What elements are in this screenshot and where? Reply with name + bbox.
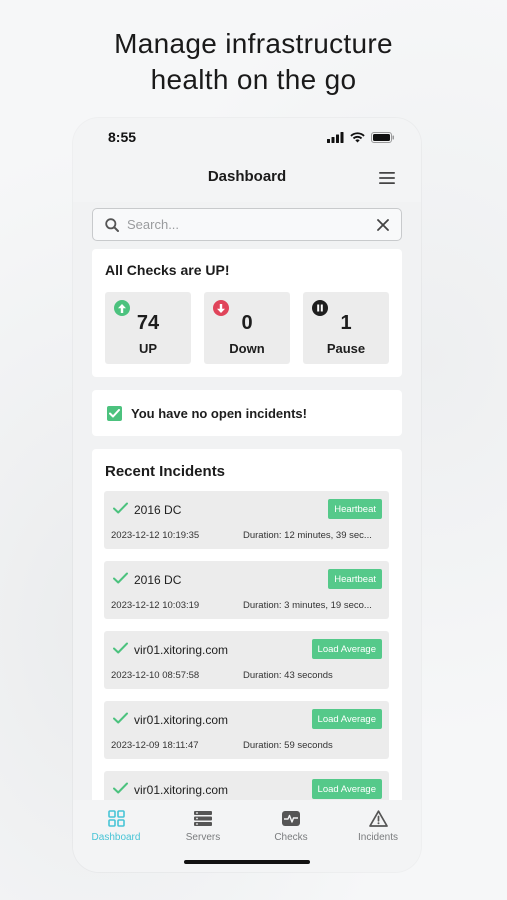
- stat-pause-label: Pause: [326, 341, 366, 356]
- search-bar: [92, 208, 402, 241]
- tab-incidents[interactable]: Incidents: [343, 808, 413, 843]
- incident-date: 2023-12-12 10:03:19: [111, 600, 200, 611]
- incident-duration: Duration: 43 seconds: [243, 670, 333, 681]
- dashboard-grid-icon: [81, 808, 151, 828]
- clear-search-icon[interactable]: [377, 218, 389, 231]
- stat-pause[interactable]: 1 Pause: [303, 292, 389, 364]
- incident-type-badge: Load Average: [311, 709, 382, 729]
- incident-date: 2023-12-09 18:11:47: [111, 740, 199, 751]
- incident-date: 2023-12-12 10:19:35: [111, 530, 200, 541]
- resolved-check-icon: [113, 641, 128, 659]
- stat-down-value: 0: [241, 312, 253, 334]
- stat-pause-value: 1: [340, 312, 352, 334]
- stat-up[interactable]: 74 UP: [105, 292, 191, 364]
- incident-row[interactable]: vir01.xitoring.com Load Average 2023-12-…: [104, 631, 389, 689]
- servers-icon: [168, 808, 238, 828]
- bottom-tab-bar: Dashboard Servers Checks Incidents: [73, 800, 421, 872]
- tab-servers[interactable]: Servers: [168, 808, 238, 843]
- open-incidents-card: You have no open incidents!: [92, 390, 402, 436]
- incident-duration: Duration: 12 minutes, 39 sec...: [243, 530, 372, 541]
- nav-bar: Dashboard: [73, 158, 421, 202]
- tab-checks[interactable]: Checks: [256, 808, 326, 843]
- incident-name: vir01.xitoring.com: [134, 713, 229, 727]
- resolved-check-icon: [113, 501, 128, 519]
- heartbeat-icon: [256, 808, 326, 828]
- stat-up-value: 74: [136, 312, 160, 334]
- incident-type-badge: Heartbeat: [328, 499, 382, 519]
- tab-dashboard-label: Dashboard: [91, 832, 141, 843]
- incident-row[interactable]: 2016 DC Heartbeat 2023-12-12 10:03:19 Du…: [104, 561, 389, 619]
- incident-duration: Duration: 59 seconds: [243, 740, 333, 751]
- stat-up-label: UP: [138, 341, 158, 356]
- incident-name: 2016 DC: [134, 573, 182, 587]
- incident-row[interactable]: 2016 DC Heartbeat 2023-12-12 10:19:35 Du…: [104, 491, 389, 549]
- incident-type-badge: Load Average: [311, 639, 382, 659]
- checkbox-checked-icon: [107, 405, 122, 421]
- resolved-check-icon: [113, 571, 128, 589]
- hamburger-menu-icon[interactable]: [379, 171, 395, 189]
- incident-type-badge: Load Average: [311, 779, 382, 799]
- headline-line-1: Manage infrastructure: [114, 28, 393, 59]
- incident-duration: Duration: 3 minutes, 19 seco...: [243, 600, 372, 611]
- checks-status-title: All Checks are UP!: [105, 262, 230, 278]
- tab-checks-label: Checks: [274, 832, 308, 843]
- status-bar: 8:55: [73, 118, 421, 158]
- wifi-icon: [350, 130, 365, 148]
- tab-dashboard[interactable]: Dashboard: [81, 808, 151, 843]
- incident-row[interactable]: vir01.xitoring.com Load Average: [104, 771, 389, 800]
- page-title: Dashboard: [207, 168, 287, 185]
- incident-name: vir01.xitoring.com: [134, 643, 229, 657]
- search-icon: [105, 217, 119, 232]
- open-incidents-text: You have no open incidents!: [131, 405, 307, 421]
- incident-row[interactable]: vir01.xitoring.com Load Average 2023-12-…: [104, 701, 389, 759]
- phone-frame: 8:55 Dashboard Search... All Checks are …: [73, 118, 421, 872]
- warning-triangle-icon: [343, 808, 413, 828]
- signal-icon: [327, 130, 344, 148]
- recent-incidents-title: Recent Incidents: [105, 463, 226, 480]
- recent-incidents-card: Recent Incidents 2016 DC Heartbeat 2023-…: [92, 449, 402, 800]
- incident-name: 2016 DC: [134, 503, 182, 517]
- incident-date: 2023-12-10 08:57:58: [111, 670, 200, 681]
- dashboard-content[interactable]: All Checks are UP! 74 UP 0 Down: [73, 202, 421, 800]
- tab-incidents-label: Incidents: [357, 832, 399, 843]
- resolved-check-icon: [113, 781, 128, 799]
- status-time: 8:55: [108, 129, 137, 145]
- incident-type-badge: Heartbeat: [328, 569, 382, 589]
- battery-icon: [371, 130, 395, 148]
- resolved-check-icon: [113, 711, 128, 729]
- tab-servers-label: Servers: [185, 832, 221, 843]
- headline-line-2: health on the go: [150, 64, 357, 95]
- checks-summary-card: All Checks are UP! 74 UP 0 Down 1 Pause: [92, 249, 402, 377]
- status-icons: [327, 130, 395, 148]
- stat-down[interactable]: 0 Down: [204, 292, 290, 364]
- home-indicator: [184, 860, 310, 864]
- incident-name: vir01.xitoring.com: [134, 783, 229, 797]
- search-input[interactable]: [127, 217, 377, 232]
- promo-headline: Manage infrastructure health on the go: [0, 26, 507, 98]
- stat-down-label: Down: [229, 341, 265, 356]
